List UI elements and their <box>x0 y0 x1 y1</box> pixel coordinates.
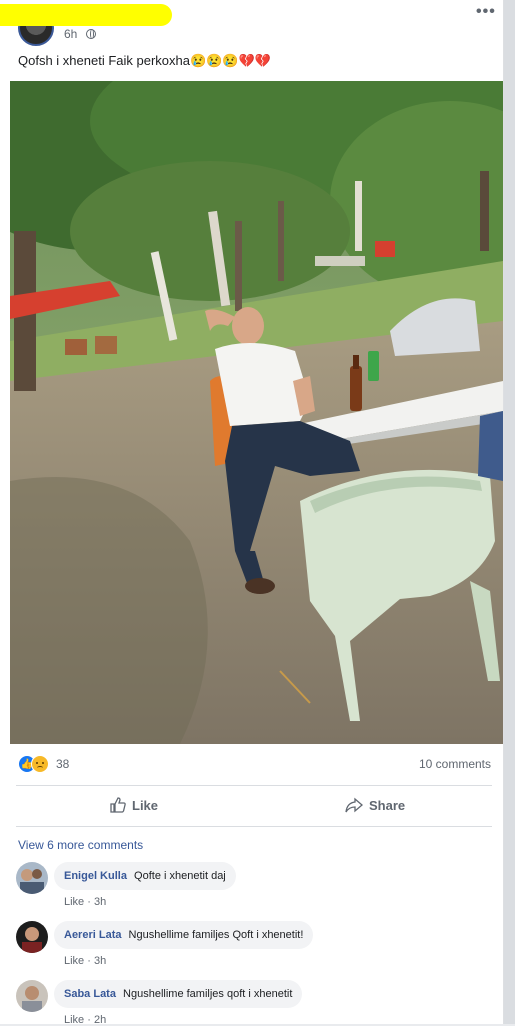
comment-bubble: Aereri Lata Ngushellime familjes Qoft i … <box>54 921 314 949</box>
divider <box>16 826 492 827</box>
commenter-avatar[interactable] <box>16 862 48 894</box>
post-photo[interactable] <box>10 81 503 744</box>
photo-scene <box>10 81 503 744</box>
redacted-poster-name <box>0 4 172 26</box>
avatar-image <box>16 862 48 894</box>
like-button[interactable]: Like <box>110 790 158 820</box>
comment-author[interactable]: Enigel Kulla <box>64 870 127 882</box>
divider <box>16 785 492 786</box>
comment-meta: Like · 3h <box>64 955 107 967</box>
share-button-label: Share <box>369 797 406 813</box>
comments-count-link[interactable]: 10 comments <box>419 757 491 771</box>
avatar-image <box>16 921 48 953</box>
comment-author[interactable]: Aereri Lata <box>64 929 121 941</box>
avatar-image <box>16 980 48 1012</box>
comment-like-link[interactable]: Like <box>64 1014 84 1026</box>
comment-text: Qofte i xhenetit daj <box>134 870 226 882</box>
comment-author[interactable]: Saba Lata <box>64 988 116 1000</box>
page-background-strip <box>504 0 515 1024</box>
comment-time[interactable]: 3h <box>94 955 106 967</box>
post-timestamp[interactable]: 6h <box>64 27 77 41</box>
comment-time[interactable]: 3h <box>94 896 106 908</box>
post-card: 6h ••• Qofsh i xheneti Faik perkoxha😢😢😢💔… <box>0 0 504 1026</box>
post-caption: Qofsh i xheneti Faik perkoxha😢😢😢💔💔 <box>18 53 271 68</box>
commenter-avatar[interactable] <box>16 921 48 953</box>
comment-meta: Like · 2h <box>64 1014 107 1026</box>
comment-text: Ngushellime familjes qoft i xhenetit <box>123 988 293 1000</box>
comment-meta: Like · 3h <box>64 896 107 908</box>
view-more-comments-link[interactable]: View 6 more comments <box>18 838 143 852</box>
more-options-icon[interactable]: ••• <box>476 3 496 21</box>
sad-reaction-icon <box>31 755 49 773</box>
share-arrow-icon <box>345 797 363 813</box>
reaction-count[interactable]: 38 <box>56 757 69 771</box>
comment-bubble: Enigel Kulla Qofte i xhenetit daj <box>54 862 236 890</box>
globe-icon <box>86 29 96 39</box>
comment-text: Ngushellime familjes Qoft i xhenetit! <box>128 929 304 941</box>
share-button[interactable]: Share <box>345 790 405 820</box>
comment-like-link[interactable]: Like <box>64 955 84 967</box>
comment-like-link[interactable]: Like <box>64 896 84 908</box>
like-button-label: Like <box>132 797 159 813</box>
comment-bubble: Saba Lata Ngushellime familjes qoft i xh… <box>54 980 303 1008</box>
comment-time[interactable]: 2h <box>94 1014 106 1026</box>
thumbs-up-icon <box>110 797 126 813</box>
commenter-avatar[interactable] <box>16 980 48 1012</box>
